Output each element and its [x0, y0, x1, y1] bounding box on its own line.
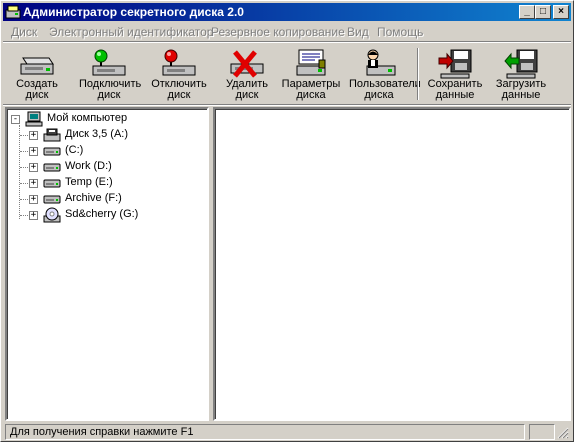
title-bar[interactable]: Администратор секретного диска 2.0 _ □ × [3, 3, 571, 21]
load-data-icon [504, 49, 538, 79]
tree-expand-toggle[interactable]: + [29, 179, 38, 188]
tree-expand-toggle[interactable]: + [29, 195, 38, 204]
hard-drive-icon [43, 163, 61, 172]
hard-drive-icon [43, 147, 61, 156]
tree-expand-toggle[interactable]: + [29, 131, 38, 140]
floppy-drive-icon [43, 128, 61, 142]
cd-drive-icon [43, 207, 61, 223]
drive-delete-icon [230, 50, 264, 78]
status-text: Для получения справки нажмите F1 [5, 424, 525, 440]
disk-parameters-icon [296, 49, 326, 76]
status-indicator [529, 424, 555, 440]
tree-label: Sd&cherry (G:) [65, 208, 139, 220]
tree-label: Archive (F:) [65, 192, 122, 204]
tree-expand-toggle[interactable]: + [29, 163, 38, 172]
drive-tree[interactable]: - Мой компьютер + Диск 3,5 (A:) + (C:) +… [5, 107, 209, 421]
tree-item-drive-c[interactable]: + (C:) [7, 143, 207, 159]
window-title: Администратор секретного диска 2.0 [23, 5, 244, 19]
drive-connect-green-icon [92, 49, 126, 76]
menu-view[interactable]: Вид [347, 25, 369, 39]
content-pane[interactable] [213, 107, 571, 421]
tree-item-drive-e[interactable]: + Temp (E:) [7, 175, 207, 191]
save-data-icon [438, 49, 472, 79]
menu-disk[interactable]: Диск [11, 25, 37, 39]
toolbar: Создать диск Подключить диск Отключить диск [3, 42, 571, 104]
mount-disk-label-2: диск [97, 89, 121, 101]
tree-item-drive-f[interactable]: + Archive (F:) [7, 191, 207, 207]
menu-bar: Диск Электронный идентификатор Резервное… [3, 22, 571, 40]
tree-label: Мой компьютер [47, 112, 128, 124]
hard-drive-icon [43, 179, 61, 188]
disk-params-button[interactable]: Параметры диска [281, 46, 341, 102]
mount-disk-button[interactable]: Подключить диск [79, 46, 141, 102]
tree-label: Диск 3,5 (A:) [65, 128, 129, 140]
drive-create-icon [20, 57, 54, 75]
delete-disk-label-2: диск [235, 89, 259, 101]
delete-disk-button[interactable]: Удалить диск [217, 46, 277, 102]
save-data-button[interactable]: Сохранить данные [425, 46, 485, 102]
tree-collapse-toggle[interactable]: - [11, 115, 20, 124]
minimize-button[interactable]: _ [519, 5, 535, 19]
maximize-button[interactable]: □ [535, 5, 551, 19]
tree-label: Temp (E:) [65, 176, 113, 188]
toolbar-separator [417, 48, 419, 100]
tree-label: Work (D:) [65, 160, 112, 172]
save-data-label-2: данные [435, 89, 475, 101]
disk-users-button[interactable]: Пользователи диска [349, 46, 421, 102]
disk-users-icon [366, 49, 396, 76]
tree-expand-toggle[interactable]: + [29, 211, 38, 220]
resize-grip-icon[interactable] [557, 427, 569, 439]
menu-backup[interactable]: Резервное копирование [211, 25, 345, 39]
close-button[interactable]: × [553, 5, 569, 19]
load-data-button[interactable]: Загрузить данные [491, 46, 551, 102]
tree-item-drive-d[interactable]: + Work (D:) [7, 159, 207, 175]
app-disk-icon[interactable] [5, 4, 21, 20]
disk-users-label-2: диска [364, 89, 394, 101]
toolbar-separator-bottom [3, 104, 571, 106]
my-computer-icon [25, 111, 43, 127]
drive-disconnect-red-icon [162, 49, 196, 76]
tree-expand-toggle[interactable]: + [29, 147, 38, 156]
status-bar: Для получения справки нажмите F1 [3, 423, 571, 441]
app-window: Администратор секретного диска 2.0 _ □ ×… [0, 0, 574, 442]
create-disk-button[interactable]: Создать диск [7, 46, 67, 102]
tree-label: (C:) [65, 144, 84, 156]
hard-drive-icon [43, 195, 61, 204]
tree-item-drive-a[interactable]: + Диск 3,5 (A:) [7, 127, 207, 143]
menu-eid[interactable]: Электронный идентификатор [49, 25, 213, 39]
load-data-label-2: данные [501, 89, 541, 101]
tree-item-drive-g[interactable]: + Sd&cherry (G:) [7, 207, 207, 223]
unmount-disk-label-2: диск [167, 89, 191, 101]
create-disk-label-2: диск [25, 89, 49, 101]
menu-help[interactable]: Помощь [377, 25, 423, 39]
unmount-disk-button[interactable]: Отключить диск [149, 46, 209, 102]
tree-root-my-computer[interactable]: - Мой компьютер [7, 111, 207, 127]
disk-params-label-2: диска [296, 89, 326, 101]
